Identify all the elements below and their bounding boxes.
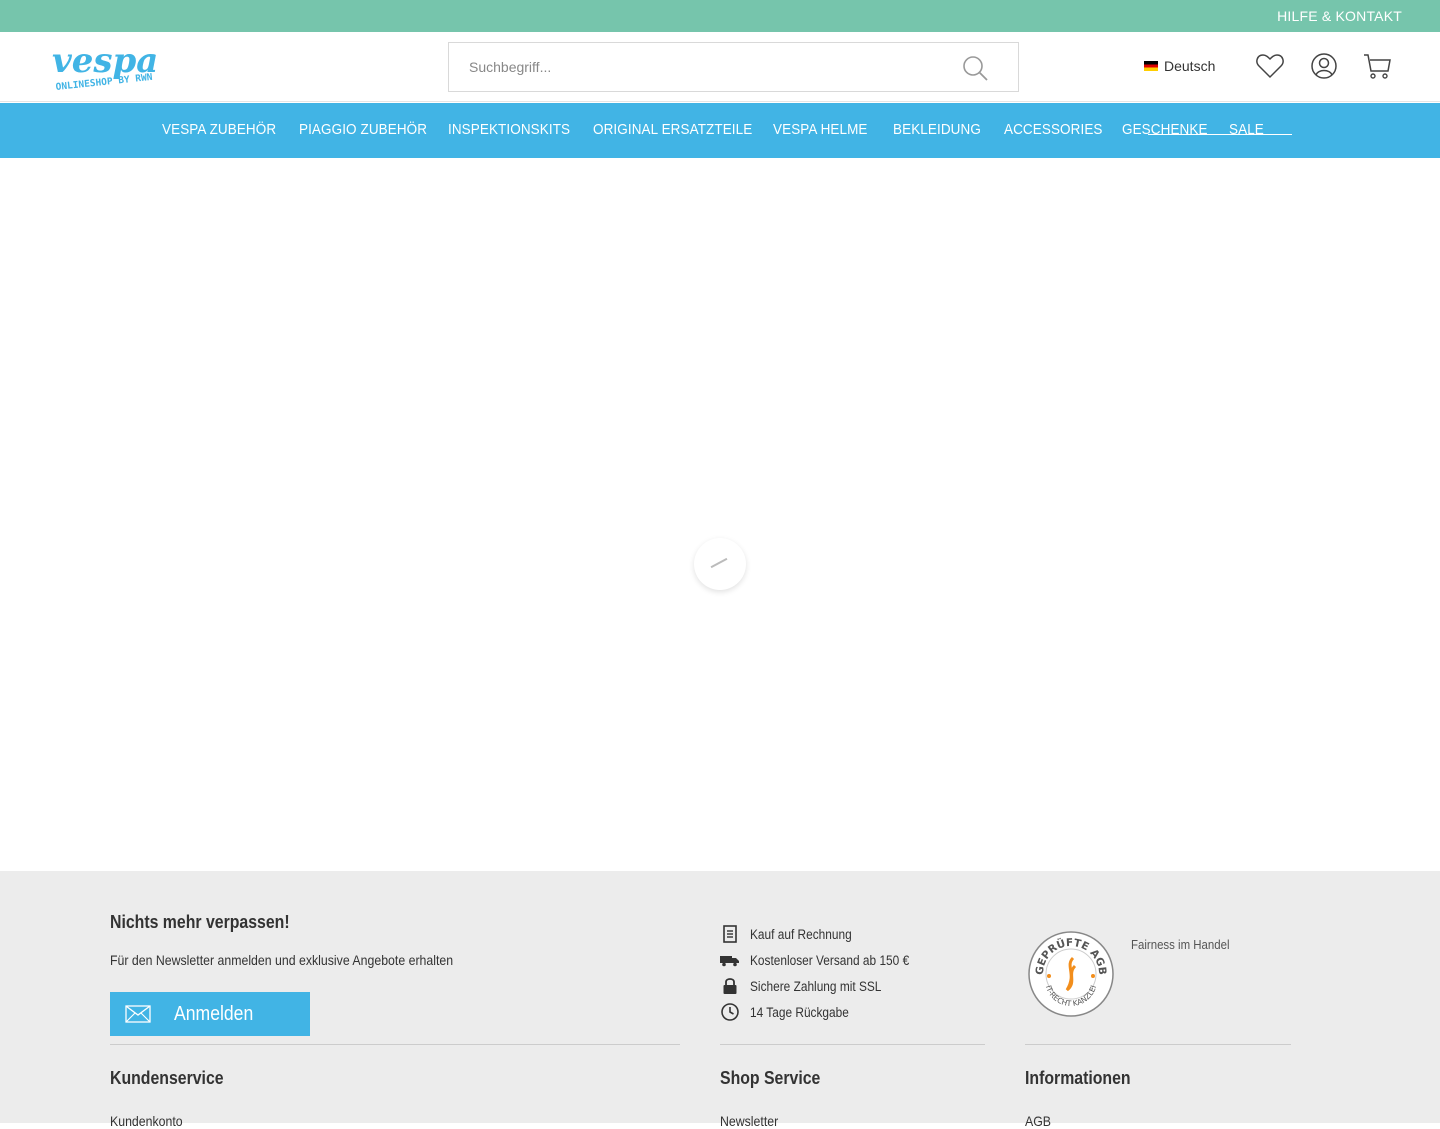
- help-contact-link[interactable]: HILFE & KONTAKT: [1277, 8, 1402, 24]
- wishlist-heart-icon[interactable]: [1255, 51, 1285, 81]
- loading-spinner: [694, 538, 746, 590]
- search-box: [448, 42, 1019, 92]
- footer-column-title-shop-service: Shop Service: [720, 1068, 821, 1088]
- footer-divider: [110, 1044, 680, 1045]
- newsletter-text: Für den Newsletter anmelden und exklusiv…: [110, 952, 454, 968]
- nav-active-underline: [1148, 134, 1292, 135]
- language-switcher[interactable]: Deutsch: [1144, 58, 1215, 74]
- header: vespa ONLINESHOP BY RWN Deutsch: [0, 32, 1440, 102]
- footer: Nichts mehr verpassen! Für den Newslette…: [0, 871, 1440, 1129]
- search-input[interactable]: [449, 43, 949, 91]
- agb-seal-icon[interactable]: GEPRÜFTE AGB IT-RECHT KANZLEI: [1027, 930, 1115, 1018]
- footer-link-newsletter[interactable]: Newsletter: [720, 1113, 778, 1129]
- nav-item-vespa-helme[interactable]: VESPA HELME: [773, 121, 868, 138]
- account-user-icon[interactable]: [1309, 51, 1339, 81]
- nav-item-geschenke[interactable]: GESCHENKE: [1122, 121, 1208, 138]
- invoice-icon: [723, 925, 737, 943]
- truck-icon: [720, 956, 739, 967]
- vespa-logo[interactable]: vespa ONLINESHOP BY RWN: [50, 40, 168, 94]
- footer-column-title-informationen: Informationen: [1025, 1068, 1131, 1088]
- footer-column-title-kundenservice: Kundenservice: [110, 1068, 224, 1088]
- fairness-im-handel-image[interactable]: Fairness im Handel: [1131, 937, 1230, 953]
- clock-icon: [721, 1003, 739, 1021]
- nav-item-piaggio-zubehoer[interactable]: PIAGGIO ZUBEHÖR: [299, 121, 427, 138]
- top-bar: HILFE & KONTAKT: [0, 0, 1440, 32]
- nav-item-bekleidung[interactable]: BEKLEIDUNG: [893, 121, 981, 138]
- lock-icon: [723, 978, 737, 994]
- service-ssl-label: Sichere Zahlung mit SSL: [750, 979, 882, 994]
- nav-item-original-ersatzteile[interactable]: ORIGINAL ERSATZTEILE: [593, 121, 752, 138]
- newsletter-title: Nichts mehr verpassen!: [110, 912, 290, 932]
- nav-item-vespa-zubehoer[interactable]: VESPA ZUBEHÖR: [162, 121, 276, 138]
- newsletter-signup-label: Anmelden: [174, 1003, 254, 1025]
- german-flag-icon: [1144, 61, 1158, 71]
- footer-divider: [720, 1044, 985, 1045]
- main-navigation: VESPA ZUBEHÖR PIAGGIO ZUBEHÖR INSPEKTION…: [0, 103, 1440, 158]
- search-icon[interactable]: [962, 55, 988, 81]
- service-return-label: 14 Tage Rückgabe: [750, 1005, 849, 1020]
- service-shipping-label: Kostenloser Versand ab 150 €: [750, 953, 910, 968]
- envelope-icon: [125, 1005, 151, 1023]
- nav-item-inspektionskits[interactable]: INSPEKTIONSKITS: [448, 121, 570, 138]
- footer-link-kundenkonto[interactable]: Kundenkonto: [110, 1113, 183, 1129]
- nav-item-accessories[interactable]: ACCESSORIES: [1004, 121, 1103, 138]
- footer-divider: [1025, 1044, 1291, 1045]
- newsletter-signup-button[interactable]: Anmelden: [110, 992, 310, 1036]
- language-label: Deutsch: [1164, 58, 1216, 74]
- service-invoice-label: Kauf auf Rechnung: [750, 927, 852, 942]
- cart-icon[interactable]: [1362, 51, 1392, 81]
- nav-item-sale[interactable]: SALE: [1229, 121, 1264, 138]
- footer-link-agb[interactable]: AGB: [1025, 1113, 1051, 1129]
